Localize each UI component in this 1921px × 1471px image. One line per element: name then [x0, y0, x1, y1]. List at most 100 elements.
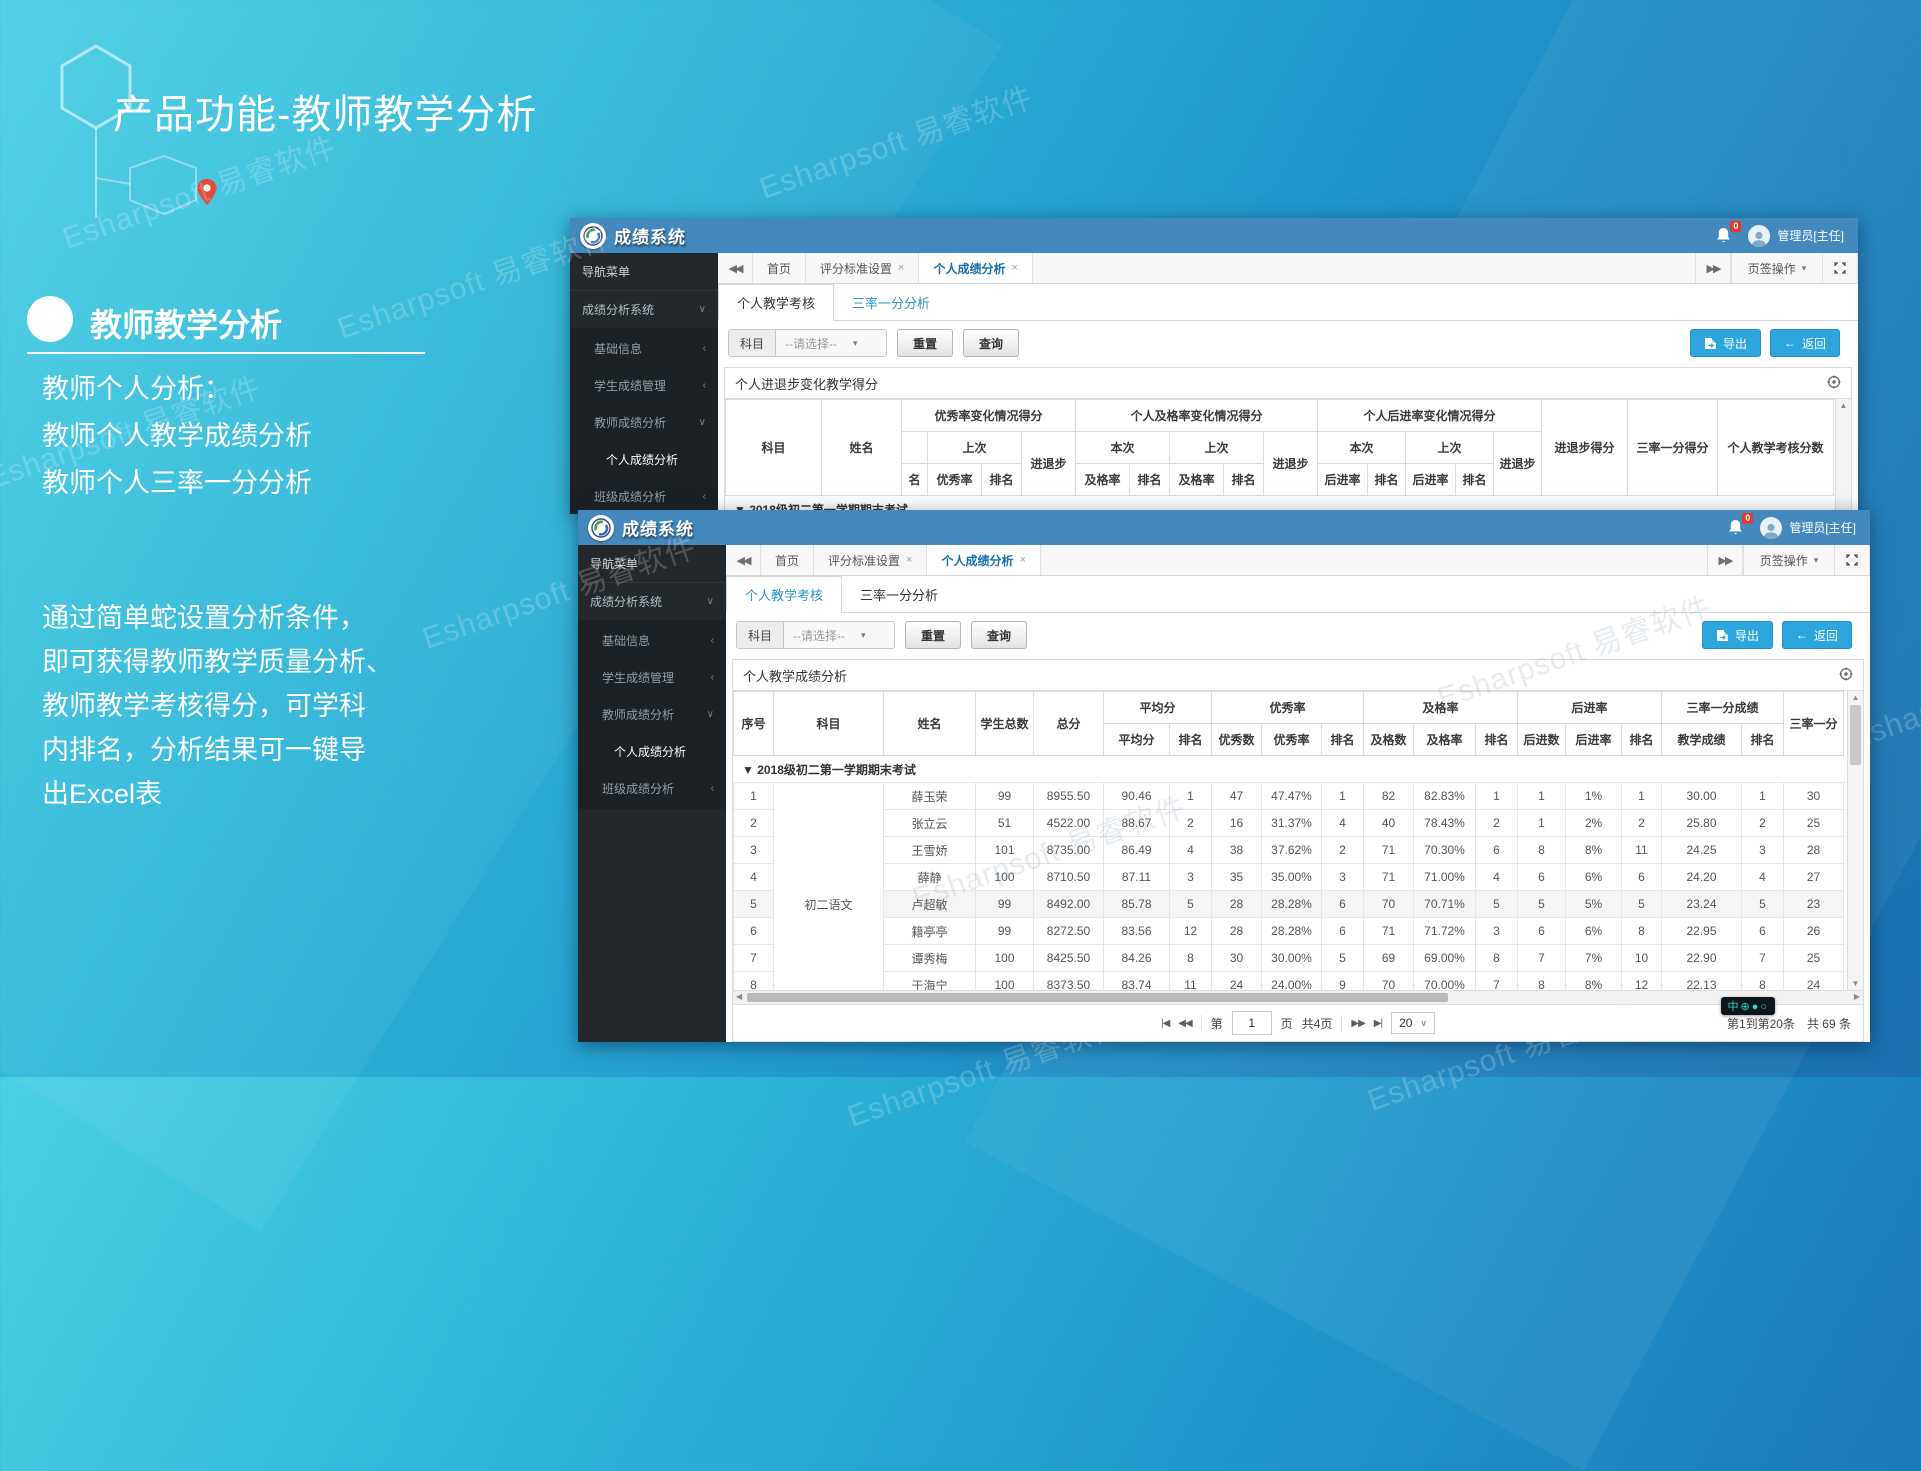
notification-badge: 0 [1742, 513, 1753, 524]
sidebar-item-class-score-analysis[interactable]: 班级成绩分析‹ [570, 478, 718, 514]
sidebar-item-student-score[interactable]: 学生成绩管理‹ [570, 367, 718, 404]
subtab-personal-teaching-assessment[interactable]: 个人教学考核 [718, 284, 834, 321]
table-cell: 24.20 [1662, 864, 1742, 891]
collapse-tabs-icon[interactable]: ◀◀ [718, 253, 753, 283]
export-icon [1704, 337, 1717, 350]
pagination-info: 第1到第20条 共 69 条 [1727, 1015, 1851, 1032]
tab-operations-dropdown[interactable]: 页签操作▾ [1743, 545, 1834, 575]
group-row-toggle[interactable]: ▼ 2018级初二第一学期期末考试 [734, 756, 1844, 783]
table-cell: 1 [1518, 810, 1566, 837]
scrollbar-thumb[interactable] [1850, 705, 1861, 765]
first-page-button[interactable]: |◀ [1161, 1018, 1169, 1029]
chevron-down-icon: ∨ [699, 304, 706, 315]
tab-home[interactable]: 首页 [761, 545, 814, 575]
subject-select[interactable]: --请选择--▾ [776, 330, 886, 356]
tab-scoring-standard[interactable]: 评分标准设置× [814, 545, 927, 575]
column-header: 后进率 [1318, 464, 1368, 496]
vertical-scrollbar[interactable]: ▲ ▼ [1847, 690, 1863, 990]
scroll-right-icon[interactable]: ▶ [1854, 992, 1860, 1001]
sidebar-item-student-score[interactable]: 学生成绩管理‹ [578, 659, 726, 696]
select-placeholder: --请选择-- [785, 335, 837, 352]
app-window-teaching-score: 成绩系统 0 管理员[主任] 导航菜单 成绩分析系统∨ 基础信息‹ 学生成绩管理… [578, 510, 1870, 1042]
expand-tabs-icon[interactable]: ▶▶ [1707, 545, 1743, 575]
column-header: 上次 [1406, 432, 1494, 464]
export-button[interactable]: 导出 [1690, 329, 1761, 357]
back-button[interactable]: ← 返回 [1782, 621, 1852, 649]
watermark: Esharpsoft 易睿软件 [753, 73, 1038, 208]
scroll-up-icon[interactable]: ▲ [1836, 401, 1851, 410]
page-number-input[interactable] [1232, 1011, 1272, 1035]
page-label: 页 [1281, 1015, 1293, 1032]
sidebar-item-score-analysis-system[interactable]: 成绩分析系统∨ [570, 291, 718, 328]
close-icon[interactable]: × [906, 554, 912, 566]
horizontal-scrollbar[interactable]: ◀ ▶ [733, 990, 1863, 1004]
scroll-up-icon[interactable]: ▲ [1848, 693, 1863, 702]
subtab-three-rates-one-score[interactable]: 三率一分分析 [834, 284, 948, 321]
page-size-select[interactable]: 20∨ [1391, 1012, 1435, 1034]
back-button[interactable]: ← 返回 [1770, 329, 1840, 357]
scroll-down-icon[interactable]: ▼ [1848, 979, 1863, 988]
subtab-personal-teaching-assessment[interactable]: 个人教学考核 [726, 576, 842, 613]
sidebar-item-teacher-score[interactable]: 教师成绩分析∨ [578, 696, 726, 733]
table-cell: 8% [1566, 837, 1622, 864]
sidebar-item-basic-info[interactable]: 基础信息‹ [570, 330, 718, 367]
table-cell: 张立云 [884, 810, 976, 837]
tab-personal-score-analysis[interactable]: 个人成绩分析× [927, 545, 1040, 575]
tab-scoring-standard[interactable]: 评分标准设置× [806, 253, 919, 283]
column-header: 名 [902, 464, 928, 496]
query-button[interactable]: 查询 [971, 621, 1027, 649]
gear-icon[interactable] [1827, 375, 1841, 392]
tab-personal-score-analysis[interactable]: 个人成绩分析× [919, 253, 1032, 283]
table-cell: 99 [976, 918, 1034, 945]
query-button[interactable]: 查询 [963, 329, 1019, 357]
subtab-bar: 个人教学考核 三率一分分析 [718, 284, 1858, 321]
close-icon[interactable]: × [898, 262, 904, 274]
sidebar-item-personal-score-analysis[interactable]: 个人成绩分析 [578, 733, 726, 770]
close-icon[interactable]: × [1011, 262, 1017, 274]
admin-user[interactable]: 管理员[主任] [1760, 517, 1856, 539]
expand-tabs-icon[interactable]: ▶▶ [1695, 253, 1731, 283]
chevron-left-icon: ‹ [711, 783, 714, 794]
export-button[interactable]: 导出 [1702, 621, 1773, 649]
collapse-tabs-icon[interactable]: ◀◀ [726, 545, 761, 575]
previous-page-button[interactable]: ◀◀ [1178, 1018, 1191, 1029]
scroll-left-icon[interactable]: ◀ [736, 992, 742, 1001]
sidebar-item-personal-score-analysis[interactable]: 个人成绩分析 [570, 441, 718, 478]
pagination-bar: 中⊕●○ |◀ ◀◀ 第 页 共4页 ▶▶ ▶| 20∨ 第1到第 [733, 1004, 1863, 1041]
subject-select[interactable]: --请选择--▾ [784, 622, 894, 648]
fullscreen-icon[interactable] [1822, 253, 1858, 283]
reset-button[interactable]: 重置 [897, 329, 953, 357]
sidebar-item-class-score-analysis[interactable]: 班级成绩分析‹ [578, 770, 726, 807]
table-cell: 22.90 [1662, 945, 1742, 972]
last-page-button[interactable]: ▶| [1374, 1018, 1382, 1029]
sidebar-item-score-analysis-system[interactable]: 成绩分析系统∨ [578, 583, 726, 620]
page-size-value: 20 [1399, 1016, 1412, 1030]
sidebar-item-teacher-score[interactable]: 教师成绩分析∨ [570, 404, 718, 441]
gear-icon[interactable] [1839, 667, 1853, 684]
scrollbar-thumb[interactable] [747, 993, 1448, 1002]
sidebar-item-label: 基础信息 [602, 632, 650, 649]
reset-button[interactable]: 重置 [905, 621, 961, 649]
table-cell: 4 [1322, 810, 1364, 837]
table-cell: 70.71% [1414, 891, 1476, 918]
sidebar-submenu: 基础信息‹ 学生成绩管理‹ 教师成绩分析∨ 个人成绩分析 班级成绩分析‹ [578, 620, 726, 809]
close-icon[interactable]: × [1019, 554, 1025, 566]
table-cell: 1 [1742, 783, 1784, 810]
tab-home[interactable]: 首页 [753, 253, 806, 283]
table-cell: 3 [1742, 837, 1784, 864]
fullscreen-icon[interactable] [1834, 545, 1870, 575]
sidebar-item-basic-info[interactable]: 基础信息‹ [578, 622, 726, 659]
sidebar-item-label: 成绩分析系统 [590, 593, 662, 610]
admin-user[interactable]: 管理员[主任] [1748, 225, 1844, 247]
table-cell: 7 [1742, 945, 1784, 972]
tab-operations-dropdown[interactable]: 页签操作▾ [1731, 253, 1822, 283]
table-cell: 4 [1742, 864, 1784, 891]
column-header: 优秀率 [928, 464, 982, 496]
vertical-scrollbar[interactable]: ▲ [1835, 398, 1851, 513]
table-cell: 25.80 [1662, 810, 1742, 837]
notification-bell-icon[interactable]: 0 [1728, 519, 1744, 537]
sidebar-item-label: 班级成绩分析 [594, 488, 666, 505]
next-page-button[interactable]: ▶▶ [1351, 1018, 1364, 1029]
subtab-three-rates-one-score[interactable]: 三率一分分析 [842, 576, 956, 613]
notification-bell-icon[interactable]: 0 [1716, 227, 1732, 245]
